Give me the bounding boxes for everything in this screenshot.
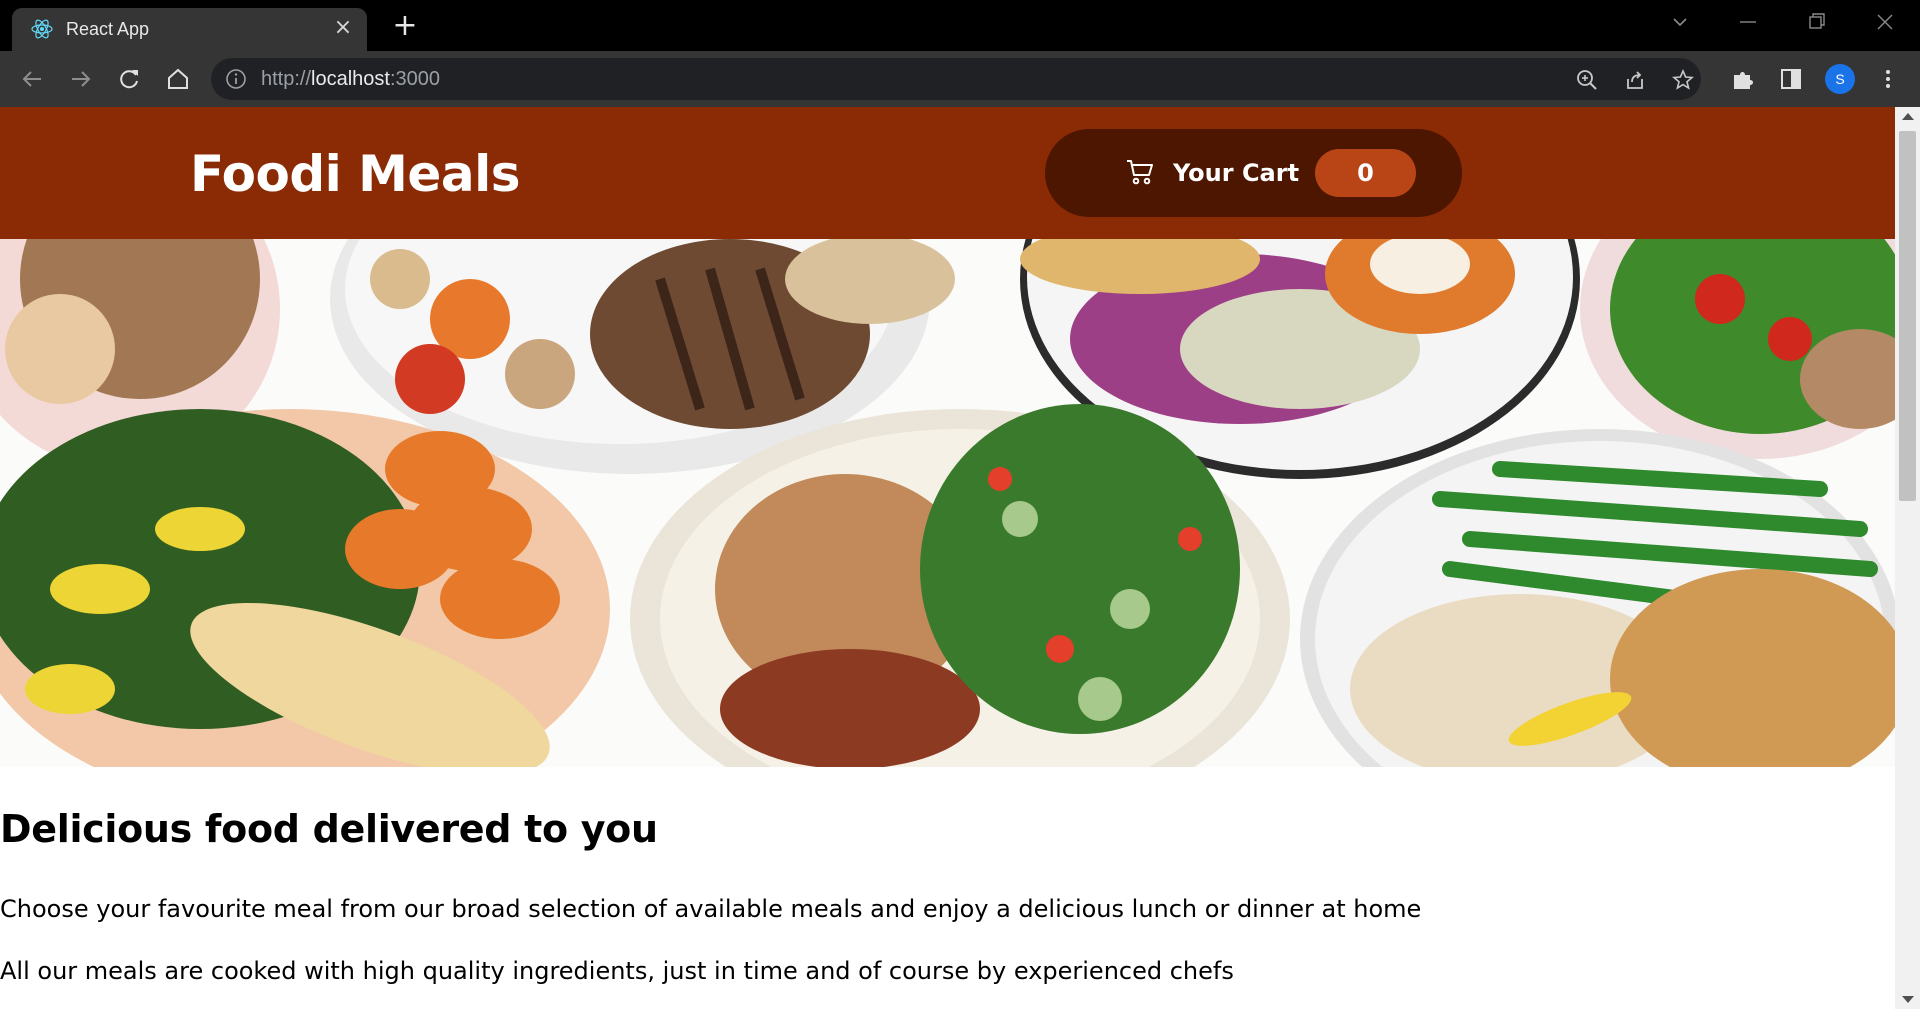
bookmark-star-icon[interactable] [1671,68,1695,92]
home-icon[interactable] [163,64,193,94]
share-icon[interactable] [1623,68,1647,92]
restore-icon[interactable] [1796,8,1836,38]
cart-count-badge: 0 [1315,149,1416,197]
minimize-icon[interactable] [1728,8,1768,38]
cart-button[interactable]: Your Cart 0 [1045,129,1462,217]
meals-photo [0,239,1895,767]
close-tab-icon[interactable]: × [331,16,355,40]
tab-strip: React App × + [0,0,1920,51]
site-info-icon[interactable] [225,68,247,90]
summary-section: Delicious food delivered to you Choose y… [0,767,1895,1009]
tab-search-icon[interactable] [1660,8,1700,38]
address-bar[interactable]: http://localhost:3000 [211,58,1701,100]
app-title: Foodi Meals [190,145,520,203]
summary-title: Delicious food delivered to you [0,807,658,851]
tab-title: React App [66,19,150,39]
browser-toolbar: http://localhost:3000 S [0,51,1920,107]
reload-icon[interactable] [114,64,144,94]
address-url: http://localhost:3000 [261,68,441,90]
side-panel-icon[interactable] [1778,66,1804,92]
cart-icon [1127,160,1153,185]
scroll-thumb[interactable] [1899,131,1916,501]
summary-paragraph-2: All our meals are cooked with high quali… [0,957,1234,985]
zoom-icon[interactable] [1575,68,1599,92]
page-viewport: Foodi Meals Your Cart 0 Delicious food d… [0,107,1895,1009]
close-window-icon[interactable] [1865,8,1905,38]
extensions-icon[interactable] [1730,66,1756,92]
back-icon[interactable] [17,64,47,94]
new-tab-button[interactable]: + [390,11,420,42]
app-header: Foodi Meals Your Cart 0 [0,107,1895,239]
summary-paragraph-1: Choose your favourite meal from our broa… [0,895,1422,923]
cart-label: Your Cart [1173,159,1300,187]
react-logo-icon [31,19,53,39]
meals-photo-illustration [0,239,1895,767]
browser-tab[interactable]: React App × [12,8,367,51]
forward-icon[interactable] [66,64,96,94]
vertical-scrollbar[interactable] [1895,107,1920,1009]
scroll-up-arrow-icon[interactable] [1902,113,1914,120]
profile-avatar[interactable]: S [1825,64,1855,94]
scroll-down-arrow-icon[interactable] [1902,996,1914,1003]
menu-kebab-icon[interactable] [1875,66,1901,92]
